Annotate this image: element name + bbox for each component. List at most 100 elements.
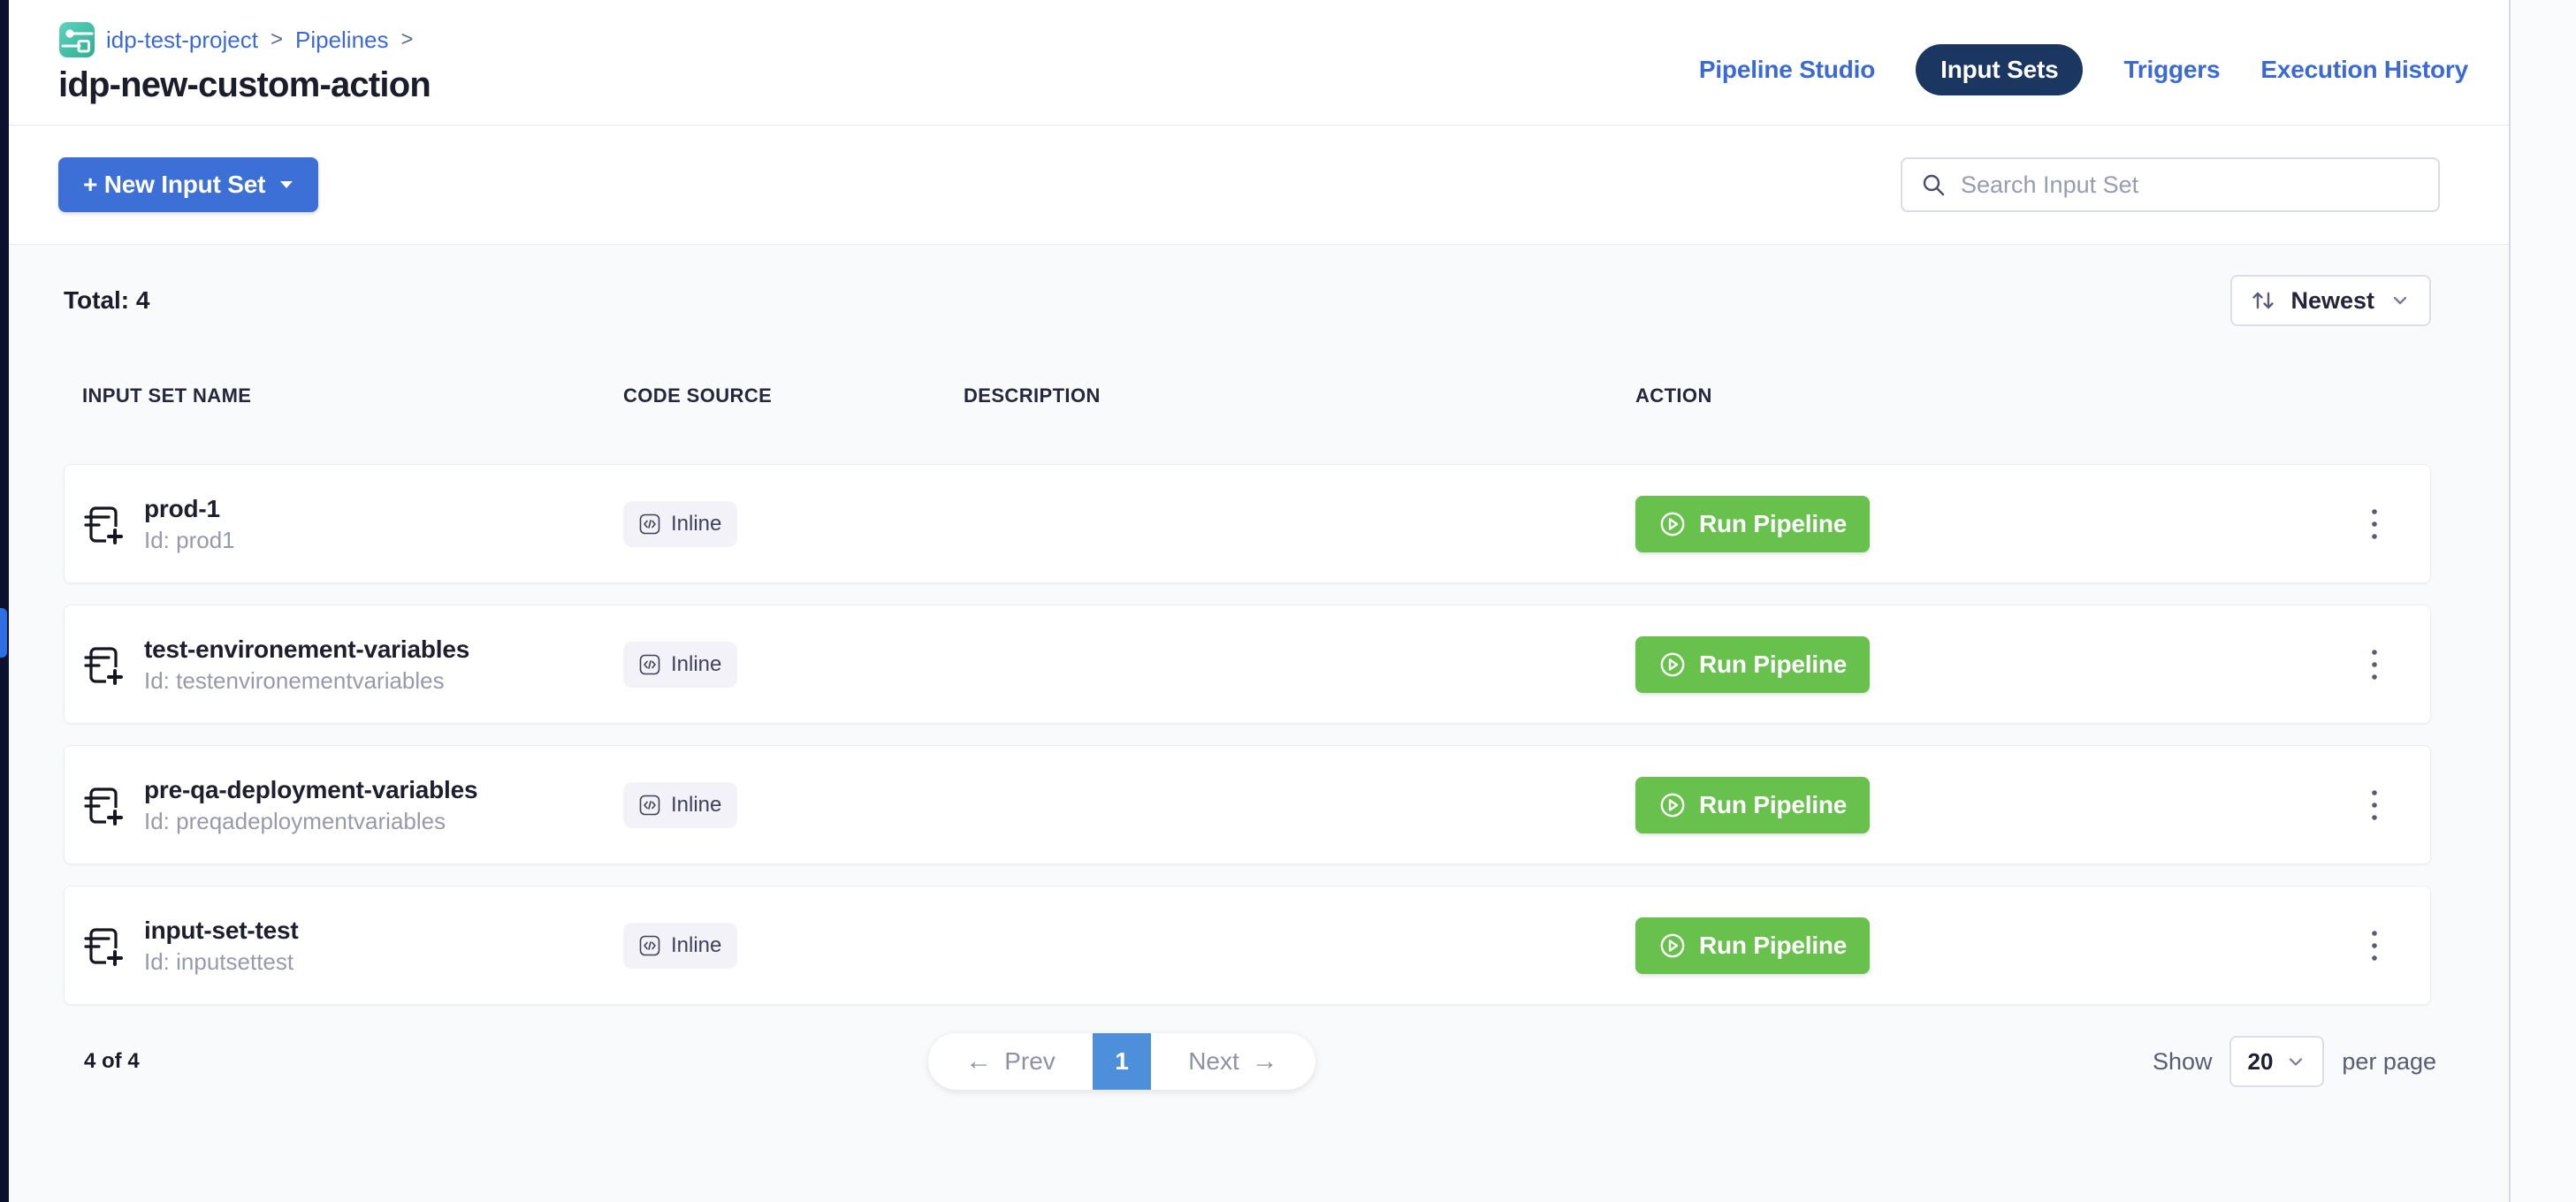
input-set-id: Id: prod1 [144, 525, 235, 555]
chevron-down-icon [2285, 1051, 2306, 1072]
row-menu-button[interactable] [2351, 642, 2397, 688]
input-set-rows: prod-1 Id: prod1 [64, 464, 2431, 1005]
code-source-badge: Inline [623, 782, 737, 828]
prev-label: Prev [1004, 1047, 1056, 1076]
total-count-label: Total: 4 [64, 286, 149, 315]
input-set-row[interactable]: prod-1 Id: prod1 [64, 464, 2431, 583]
row-menu-button[interactable] [2351, 923, 2397, 969]
page-header: idp-test-project > Pipelines > idp-new-c… [9, 0, 2509, 126]
search-box [1901, 157, 2440, 212]
search-input[interactable] [1961, 171, 2420, 199]
code-source-badge: Inline [623, 501, 737, 547]
code-source-label: Inline [671, 512, 721, 536]
run-pipeline-button[interactable]: Run Pipeline [1635, 777, 1870, 833]
run-pipeline-button[interactable]: Run Pipeline [1635, 917, 1870, 974]
play-icon [1658, 510, 1687, 538]
input-set-name: input-set-test [144, 915, 299, 947]
play-icon [1658, 932, 1687, 960]
kebab-icon [2370, 506, 2379, 542]
new-input-set-label: + New Input Set [83, 171, 265, 199]
show-label: Show [2153, 1048, 2213, 1076]
code-source-label: Inline [671, 793, 721, 818]
run-pipeline-label: Run Pipeline [1699, 650, 1847, 679]
action-cell: Run Pipeline [1635, 917, 2339, 974]
search-icon [1920, 171, 1947, 198]
pipeline-tabs: Pipeline Studio Input Sets Triggers Exec… [1699, 44, 2468, 95]
kebab-icon [2370, 928, 2379, 963]
run-pipeline-label: Run Pipeline [1699, 510, 1847, 538]
input-set-name-cell: input-set-test Id: inputsettest [82, 915, 623, 977]
input-set-icon [82, 504, 123, 544]
input-set-name: prod-1 [144, 493, 235, 525]
run-pipeline-button[interactable]: Run Pipeline [1635, 636, 1870, 693]
next-label: Next [1188, 1047, 1239, 1076]
sort-value-label: Newest [2290, 287, 2374, 315]
tab-input-sets[interactable]: Input Sets [1916, 44, 2083, 95]
tab-triggers[interactable]: Triggers [2123, 56, 2220, 84]
input-set-name-cell: prod-1 Id: prod1 [82, 493, 623, 555]
kebab-icon [2370, 787, 2379, 823]
sort-dropdown[interactable]: Newest [2230, 275, 2431, 326]
input-sets-content: Total: 4 Newest [9, 245, 2509, 1202]
column-header-action: ACTION [1635, 384, 2339, 407]
input-set-row[interactable]: input-set-test Id: inputsettest [64, 886, 2431, 1005]
breadcrumb-separator: > [400, 27, 415, 52]
input-set-name-cell: pre-qa-deployment-variables Id: preqadep… [82, 774, 623, 836]
input-set-name: pre-qa-deployment-variables [144, 774, 477, 806]
page-size-select[interactable]: 20 [2229, 1036, 2324, 1087]
code-source-cell: Inline [623, 782, 737, 828]
input-set-id: Id: testenvironementvariables [144, 666, 469, 696]
page-size-group: Show 20 per page [2153, 1036, 2436, 1087]
row-menu-button[interactable] [2351, 782, 2397, 828]
arrow-left-icon: ← [965, 1048, 992, 1075]
code-source-label: Inline [671, 933, 721, 958]
inline-code-icon [639, 514, 660, 535]
breadcrumb-pipelines-link[interactable]: Pipelines [295, 27, 389, 54]
column-header-description: DESCRIPTION [964, 384, 1635, 407]
breadcrumb-separator: > [269, 27, 285, 52]
action-cell: Run Pipeline [1635, 496, 2339, 552]
pipeline-project-icon [58, 21, 95, 58]
arrow-right-icon: → [1252, 1048, 1278, 1075]
right-gutter [2509, 0, 2576, 1202]
code-source-badge: Inline [623, 642, 737, 688]
row-menu-button[interactable] [2351, 501, 2397, 547]
new-input-set-button[interactable]: + New Input Set [58, 157, 318, 212]
chevron-down-icon [2389, 289, 2412, 312]
input-set-row[interactable]: test-environement-variables Id: testenvi… [64, 605, 2431, 724]
pager: ← Prev 1 Next → [928, 1033, 1315, 1090]
main-area: idp-test-project > Pipelines > idp-new-c… [9, 0, 2509, 1202]
tab-pipeline-studio[interactable]: Pipeline Studio [1699, 56, 1875, 84]
code-source-cell: Inline [623, 642, 737, 688]
tab-execution-history[interactable]: Execution History [2260, 56, 2468, 84]
play-icon [1658, 650, 1687, 679]
prev-page-button[interactable]: ← Prev [928, 1033, 1093, 1090]
inline-code-icon [639, 935, 660, 956]
sort-arrows-icon [2250, 287, 2276, 314]
column-header-input-set-name: INPUT SET NAME [82, 384, 623, 407]
nav-resize-handle[interactable] [0, 608, 7, 658]
input-set-icon [82, 644, 123, 685]
input-set-row[interactable]: pre-qa-deployment-variables Id: preqadep… [64, 745, 2431, 864]
run-pipeline-button[interactable]: Run Pipeline [1635, 496, 1870, 552]
code-source-label: Inline [671, 652, 721, 677]
action-cell: Run Pipeline [1635, 777, 2339, 833]
inline-code-icon [639, 795, 660, 816]
table-header-row: INPUT SET NAME CODE SOURCE DESCRIPTION A… [64, 381, 2431, 411]
toolbar: + New Input Set [9, 126, 2509, 245]
input-set-name: test-environement-variables [144, 634, 469, 666]
breadcrumb-project-link[interactable]: idp-test-project [106, 27, 258, 54]
inline-code-icon [639, 654, 660, 675]
next-page-button[interactable]: Next → [1151, 1033, 1315, 1090]
input-set-icon [82, 785, 123, 825]
caret-down-icon [279, 180, 293, 189]
page-number-1[interactable]: 1 [1093, 1033, 1151, 1090]
input-set-icon [82, 925, 123, 966]
page-size-value: 20 [2247, 1048, 2273, 1076]
play-icon [1658, 791, 1687, 819]
screen: idp-test-project > Pipelines > idp-new-c… [0, 0, 2576, 1202]
code-source-badge: Inline [623, 923, 737, 969]
pagination-bar: 4 of 4 ← Prev 1 Next → Show 20 [64, 1033, 2431, 1090]
input-set-id: Id: inputsettest [144, 947, 299, 977]
pagination-range-label: 4 of 4 [84, 1049, 140, 1074]
